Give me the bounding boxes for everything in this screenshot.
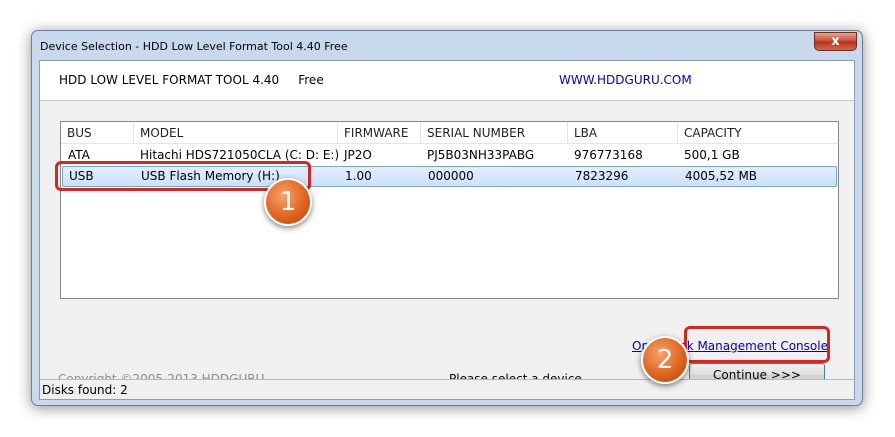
app-title: HDD LOW LEVEL FORMAT TOOL 4.40 Free: [59, 73, 324, 87]
column-header-model[interactable]: MODEL: [134, 122, 338, 144]
disks-found-count: Disks found: 2: [42, 383, 128, 397]
cell-bus: USB: [69, 169, 94, 183]
table-row-selected[interactable]: USB USB Flash Memory (H:) 1.00 000000 78…: [62, 166, 837, 187]
cell-capacity: 500,1 GB: [684, 148, 740, 162]
cell-model: USB Flash Memory (H:): [141, 169, 280, 183]
device-selection-window: Device Selection - HDD Low Level Format …: [31, 30, 863, 406]
cell-lba: 976773168: [574, 148, 643, 162]
website-link[interactable]: WWW.HDDGURU.COM: [559, 73, 692, 87]
title-bar[interactable]: Device Selection - HDD Low Level Format …: [32, 31, 862, 59]
step-badge-1: 1: [264, 178, 312, 226]
header-bar: HDD LOW LEVEL FORMAT TOOL 4.40 Free WWW.…: [40, 61, 854, 101]
cell-serial-number: PJ5B03NH33PABG: [427, 148, 535, 162]
cell-model: Hitachi HDS721050CLA (C: D: E:): [140, 148, 338, 162]
window-title: Device Selection - HDD Low Level Format …: [40, 40, 348, 53]
column-header-capacity[interactable]: CAPACITY: [678, 122, 838, 144]
close-button[interactable]: x: [814, 32, 857, 51]
cell-serial-number: 000000: [428, 169, 474, 183]
cell-lba: 7823296: [575, 169, 629, 183]
cell-firmware: 1.00: [345, 169, 372, 183]
device-list[interactable]: BUS MODEL FIRMWARE SERIAL NUMBER LBA CAP…: [60, 121, 839, 299]
cell-bus: ATA: [68, 148, 90, 162]
cell-firmware: JP2O: [344, 148, 372, 162]
column-header-firmware[interactable]: FIRMWARE: [338, 122, 421, 144]
client-area: HDD LOW LEVEL FORMAT TOOL 4.40 Free WWW.…: [39, 60, 855, 400]
column-header-lba[interactable]: LBA: [568, 122, 678, 144]
list-header: BUS MODEL FIRMWARE SERIAL NUMBER LBA CAP…: [61, 122, 838, 144]
status-bar: Disks found: 2: [40, 379, 854, 399]
table-row[interactable]: ATA Hitachi HDS721050CLA (C: D: E:) JP2O…: [62, 146, 837, 167]
cell-capacity: 4005,52 MB: [685, 169, 758, 183]
step-badge-2: 2: [641, 336, 689, 384]
column-header-bus[interactable]: BUS: [61, 122, 134, 144]
column-header-serial-number[interactable]: SERIAL NUMBER: [421, 122, 568, 144]
close-icon: x: [831, 34, 840, 49]
